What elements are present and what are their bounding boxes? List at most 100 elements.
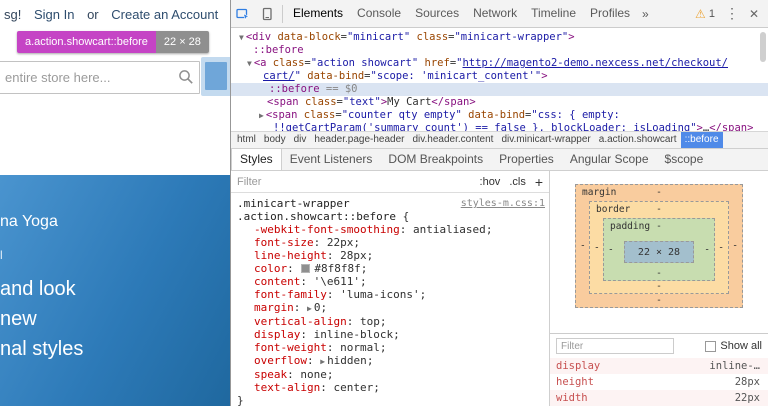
more-tabs-chevron[interactable]: » bbox=[637, 7, 654, 21]
css-rules: styles-m.css:1 .minicart-wrapper .action… bbox=[231, 193, 549, 406]
tab-timeline[interactable]: Timeline bbox=[524, 0, 583, 27]
css-property-overflow[interactable]: overflow: ▶ hidden; bbox=[237, 354, 545, 368]
hero-line: nal styles bbox=[0, 338, 84, 360]
css-property-content[interactable]: content: '\e611'; bbox=[237, 275, 545, 288]
search-input[interactable] bbox=[0, 61, 200, 94]
tab-network[interactable]: Network bbox=[466, 0, 524, 27]
margin-label: margin bbox=[582, 187, 617, 198]
new-style-rule-button[interactable]: + bbox=[535, 174, 543, 190]
padding-label: padding bbox=[610, 221, 651, 232]
toggle-class-button[interactable]: .cls bbox=[509, 176, 526, 188]
css-property-line-height[interactable]: line-height: 28px; bbox=[237, 249, 545, 262]
tree-scrollbar-thumb[interactable] bbox=[760, 32, 766, 62]
box-model-padding: padding - - - - 22 × 28 bbox=[603, 218, 715, 281]
css-property-margin[interactable]: margin: ▶ 0; bbox=[237, 301, 545, 315]
css-property-vertical-align[interactable]: vertical-align: top; bbox=[237, 315, 545, 328]
styles-pane: Filter :hov .cls + styles-m.css:1 .minic… bbox=[231, 171, 550, 406]
device-toolbar-icon[interactable] bbox=[255, 1, 279, 27]
toggle-hover-state-button[interactable]: :hov bbox=[480, 176, 501, 188]
css-property-color[interactable]: color: #8f8f8f; bbox=[237, 262, 545, 275]
tab-elements[interactable]: Elements bbox=[286, 0, 350, 27]
styles-filter-input[interactable]: Filter bbox=[237, 176, 261, 188]
box-model: margin - - - - border - - - - padding - … bbox=[550, 171, 768, 333]
css-property-font-weight[interactable]: font-weight: normal; bbox=[237, 341, 545, 354]
computed-filter-row: Show all bbox=[550, 333, 768, 358]
css-selector-action-showcart-before[interactable]: .action.showcart::before { bbox=[237, 210, 545, 223]
tab-angular-scope[interactable]: Angular Scope bbox=[562, 149, 657, 170]
hero-banner: na Yoga l and look new nal styles bbox=[0, 175, 230, 406]
warning-icon: ⚠ bbox=[695, 6, 706, 21]
inspect-tooltip: a.action.showcart::before 22 × 28 bbox=[17, 31, 209, 53]
dom-node-counter-qty-wrap[interactable]: !!getCartParam('summary_count') == false… bbox=[231, 122, 768, 131]
css-property-speak[interactable]: speak: none; bbox=[237, 368, 545, 381]
computed-properties: display inline-… height 28px width 22px bbox=[550, 358, 768, 406]
dom-node-minicart-wrapper[interactable]: ▼ <div data-block="minicart" class="minic… bbox=[231, 31, 768, 44]
hero-line: and look bbox=[0, 278, 76, 300]
computed-row-display[interactable]: display inline-… bbox=[550, 358, 768, 374]
box-model-border: border - - - - padding - - - - 22 × 28 bbox=[589, 201, 729, 294]
search-icon[interactable] bbox=[178, 69, 194, 85]
computed-row-width[interactable]: width 22px bbox=[550, 390, 768, 406]
breadcrumb-item-div[interactable]: div bbox=[290, 132, 311, 148]
breadcrumb-item-minicart-wrapper[interactable]: div.minicart-wrapper bbox=[497, 132, 594, 148]
close-devtools-icon[interactable]: ✕ bbox=[744, 7, 764, 21]
sidebar-tabs: Styles Event Listeners DOM Breakpoints P… bbox=[231, 148, 768, 171]
screenshot-root: sg! Sign In or Create an Account na Yoga… bbox=[0, 0, 768, 406]
or-text: or bbox=[87, 7, 99, 22]
computed-filter-input[interactable] bbox=[556, 338, 674, 354]
stylesheet-source-link[interactable]: styles-m.css:1 bbox=[461, 197, 545, 210]
inspect-tooltip-selector: a.action.showcart::before bbox=[17, 31, 156, 53]
css-property-webkit-font-smoothing[interactable]: -webkit-font-smoothing: antialiased; bbox=[237, 223, 545, 236]
dom-node-counter-qty[interactable]: ▶ <span class="counter qty empty" data-bi… bbox=[231, 109, 768, 122]
tab-console[interactable]: Console bbox=[350, 0, 408, 27]
devtools-menu-icon[interactable]: ⋮ bbox=[720, 5, 744, 22]
css-property-font-family[interactable]: font-family: 'luma-icons'; bbox=[237, 288, 545, 301]
sign-in-link[interactable]: Sign In bbox=[34, 7, 74, 22]
tab-profiles[interactable]: Profiles bbox=[583, 0, 637, 27]
box-model-margin: margin - - - - border - - - - padding - … bbox=[575, 184, 743, 308]
show-all-toggle[interactable]: Show all bbox=[705, 340, 762, 352]
dom-node-before-pseudo[interactable]: ::before bbox=[231, 44, 768, 57]
computed-row-height[interactable]: height 28px bbox=[550, 374, 768, 390]
css-property-font-size[interactable]: font-size: 22px; bbox=[237, 236, 545, 249]
dom-node-span-text[interactable]: <span class="text">My Cart</span> bbox=[231, 96, 768, 109]
breadcrumb-item-body[interactable]: body bbox=[260, 132, 290, 148]
tab-styles[interactable]: Styles bbox=[231, 149, 282, 170]
css-property-display[interactable]: display: inline-block; bbox=[237, 328, 545, 341]
breadcrumb-item-action-showcart[interactable]: a.action.showcart bbox=[595, 132, 681, 148]
styles-filter-row: Filter :hov .cls + bbox=[231, 171, 549, 193]
inspect-element-icon[interactable] bbox=[231, 1, 255, 27]
hero-line: l bbox=[0, 248, 3, 262]
devtools-toolbar: Elements Console Sources Network Timelin… bbox=[231, 0, 768, 28]
show-all-label: Show all bbox=[720, 340, 762, 352]
styles-split: Filter :hov .cls + styles-m.css:1 .minic… bbox=[231, 171, 768, 406]
hero-line: na Yoga bbox=[0, 213, 58, 230]
inspect-tooltip-dimensions: 22 × 28 bbox=[155, 31, 209, 53]
border-label: border bbox=[596, 204, 631, 215]
tab-dom-breakpoints[interactable]: DOM Breakpoints bbox=[380, 149, 491, 170]
tab-event-listeners[interactable]: Event Listeners bbox=[282, 149, 381, 170]
computed-sidebar: margin - - - - border - - - - padding - … bbox=[550, 171, 768, 406]
tab-scope[interactable]: $scope bbox=[657, 149, 712, 170]
toolbar-separator bbox=[282, 4, 283, 23]
dom-node-before-selected[interactable]: ::before == $0 bbox=[231, 83, 768, 96]
inspect-highlight-overlay bbox=[205, 62, 227, 90]
create-account-link[interactable]: Create an Account bbox=[111, 7, 218, 22]
dom-node-action-showcart-wrap[interactable]: cart/" data-bind="scope: 'minicart_conte… bbox=[231, 70, 768, 83]
css-rule-close-brace: } bbox=[237, 394, 244, 406]
css-property-text-align[interactable]: text-align: center; bbox=[237, 381, 545, 394]
breadcrumb-item-html[interactable]: html bbox=[233, 132, 260, 148]
breadcrumb-item-header-content[interactable]: div.header.content bbox=[408, 132, 497, 148]
tab-sources[interactable]: Sources bbox=[408, 0, 466, 27]
breadcrumb-item-page-header[interactable]: header.page-header bbox=[310, 132, 408, 148]
show-all-checkbox[interactable] bbox=[705, 340, 717, 352]
tab-properties[interactable]: Properties bbox=[491, 149, 562, 170]
box-model-content: 22 × 28 bbox=[624, 241, 694, 263]
breadcrumb-item-before[interactable]: ::before bbox=[680, 132, 723, 148]
console-warning-badge[interactable]: ⚠ 1 bbox=[690, 7, 720, 21]
dom-node-action-showcart[interactable]: ▼ <a class="action showcart" href="http:/… bbox=[231, 57, 768, 70]
breadcrumb: html body div header.page-header div.hea… bbox=[231, 131, 768, 148]
styles-toolbar: :hov .cls + bbox=[480, 174, 543, 190]
welcome-text: sg! bbox=[4, 7, 22, 22]
minicart-button[interactable] bbox=[201, 57, 230, 96]
